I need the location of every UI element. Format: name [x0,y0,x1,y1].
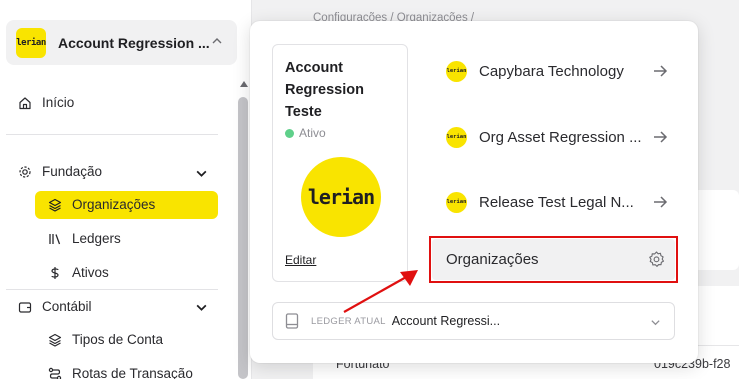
org-logo: lerian [16,27,46,58]
chevron-up-icon [212,38,222,44]
sidebar-item-label: Ativos [72,265,109,280]
wallet-icon [18,301,32,313]
book-icon [285,313,299,329]
sidebar-item-transaction-routes[interactable]: Rotas de Transação [48,366,193,379]
sidebar-item-label: Organizações [72,197,156,212]
highlight-annotation-box [429,236,678,283]
dollar-icon [51,266,59,279]
chevron-down-icon [651,320,660,326]
ledger-select[interactable]: LEDGER ATUAL Account Regressi... [272,302,675,340]
status-badge: Ativo [299,126,326,140]
sidebar-item-label: Início [42,95,75,110]
chevron-down-icon[interactable] [195,167,208,180]
sidebar-divider [6,134,218,135]
org-list-item-label: Release Test Legal N... [479,193,634,211]
sidebar-divider [6,289,218,290]
annotation-arrow-icon [343,270,418,313]
status-dot [285,129,294,138]
org-logo: lerian [446,126,467,148]
sidebar-item-organizations[interactable]: Organizações [48,197,155,212]
sidebar-item-home[interactable]: Início [18,95,74,110]
org-switcher[interactable]: lerian Account Regression ... [6,20,237,65]
arrow-right-icon [654,131,668,143]
layers-icon [48,333,62,347]
current-org-logo: lerian [301,157,381,237]
scrollbar-thumb[interactable] [238,97,248,379]
layers-icon [48,198,62,212]
sidebar-item-account-types[interactable]: Tipos de Conta [48,332,163,347]
sidebar-item-ledgers[interactable]: Ledgers [48,231,121,246]
org-list-item[interactable]: lerian Org Asset Regression ... [440,117,672,157]
sidebar-item-label: Tipos de Conta [72,332,164,347]
arrow-right-icon [654,65,668,77]
arrow-right-icon [654,196,668,208]
sidebar-item-assets[interactable]: Ativos [48,265,109,280]
sidebar-section-label: Fundação [42,164,103,179]
chevron-down-icon[interactable] [195,301,208,314]
sidebar-section-label: Contábil [42,299,92,314]
org-list-item-label: Capybara Technology [479,62,624,80]
sidebar-section-accounting[interactable]: Contábil [18,299,92,314]
org-list-item[interactable]: lerian Capybara Technology [440,51,672,91]
edit-link[interactable]: Editar [285,253,316,267]
gear-icon [19,165,31,178]
org-list-item-label: Org Asset Regression ... [479,128,642,146]
sidebar-item-label: Rotas de Transação [72,366,193,379]
library-icon [49,233,61,244]
home-icon [19,96,31,109]
ledger-select-value: Account Regressi... [391,314,501,328]
ledger-select-caption: LEDGER ATUAL [311,315,386,327]
current-org-name: Account Regression Teste [285,60,364,120]
org-switcher-name: Account Regression ... [58,34,210,51]
sidebar: lerian Account Regression ... Início Fun… [0,0,252,379]
sidebar-section-foundation[interactable]: Fundação [18,164,102,179]
sidebar-item-label: Ledgers [72,231,121,246]
org-logo: lerian [446,191,467,213]
org-logo: lerian [446,60,467,82]
scroll-up-arrow-icon[interactable] [240,81,248,87]
org-list-item[interactable]: lerian Release Test Legal N... [440,182,672,222]
route-icon [48,367,62,379]
